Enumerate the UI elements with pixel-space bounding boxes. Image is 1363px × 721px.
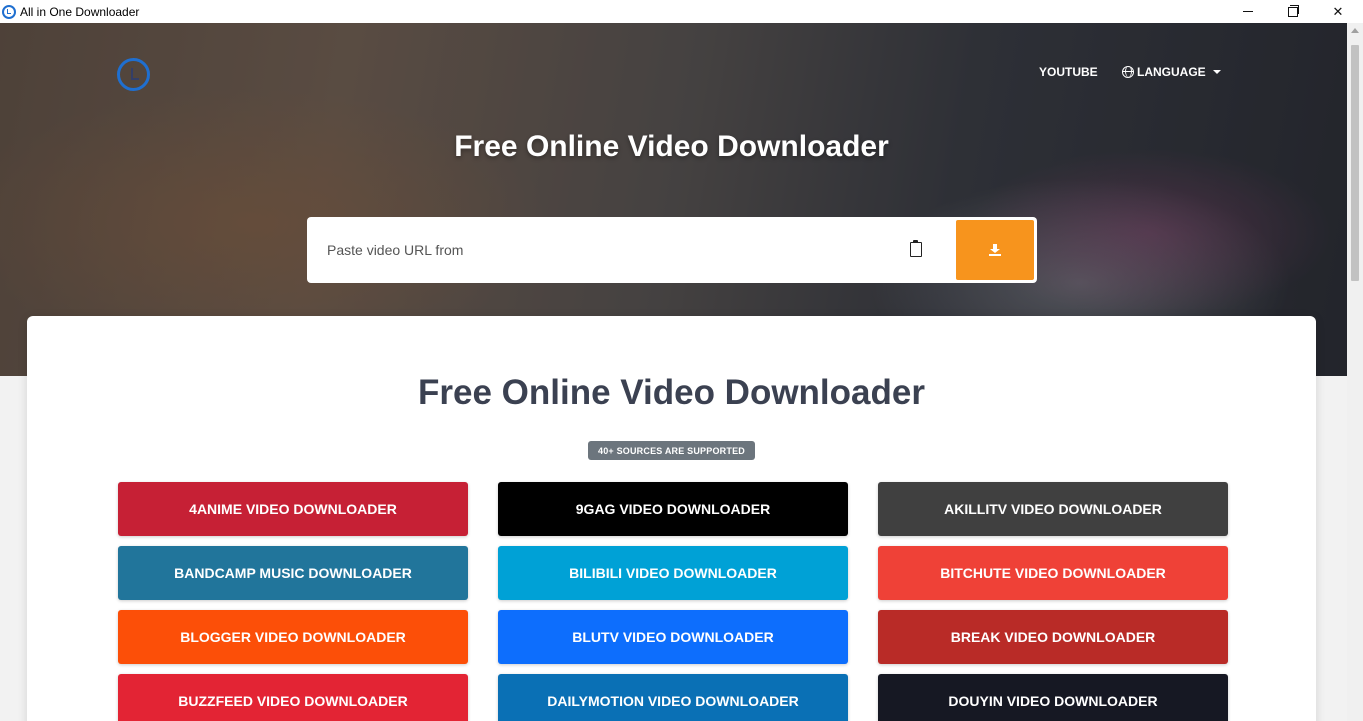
downloader-grid: 4ANIME VIDEO DOWNLOADER 9GAG VIDEO DOWNLO… xyxy=(118,482,1228,721)
downloader-label: 4ANIME VIDEO DOWNLOADER xyxy=(189,501,397,517)
clipboard-paste-icon[interactable] xyxy=(910,240,922,257)
downloader-label: BANDCAMP MUSIC DOWNLOADER xyxy=(174,565,412,581)
downloader-label: DAILYMOTION VIDEO DOWNLOADER xyxy=(547,693,799,709)
downloader-label: BLOGGER VIDEO DOWNLOADER xyxy=(180,629,406,645)
downloader-button[interactable]: DAILYMOTION VIDEO DOWNLOADER xyxy=(498,674,848,721)
minimize-button[interactable] xyxy=(1225,0,1271,23)
nav-youtube-link[interactable]: YOUTUBE xyxy=(1039,65,1098,79)
scrollbar-thumb[interactable] xyxy=(1351,45,1359,281)
downloader-label: BUZZFEED VIDEO DOWNLOADER xyxy=(178,693,408,709)
app-logo-icon xyxy=(2,4,16,19)
section-title: Free Online Video Downloader xyxy=(418,373,925,412)
url-search-box xyxy=(307,217,1037,283)
sources-badge: 40+ SOURCES ARE SUPPORTED xyxy=(588,441,755,460)
vertical-scrollbar[interactable] xyxy=(1347,23,1363,721)
downloader-button[interactable]: BLOGGER VIDEO DOWNLOADER xyxy=(118,610,468,664)
window-title: All in One Downloader xyxy=(20,4,140,19)
window-titlebar: All in One Downloader ✕ xyxy=(0,0,1363,23)
downloader-button[interactable]: BITCHUTE VIDEO DOWNLOADER xyxy=(878,546,1228,600)
browser-viewport: YOUTUBE LANGUAGE Free Online Video Downl… xyxy=(0,23,1347,721)
download-icon xyxy=(989,244,1001,256)
downloaders-card: Free Online Video Downloader 40+ SOURCES… xyxy=(27,316,1316,721)
downloader-button[interactable]: BREAK VIDEO DOWNLOADER xyxy=(878,610,1228,664)
language-label: LANGUAGE xyxy=(1137,65,1206,79)
language-dropdown[interactable]: LANGUAGE xyxy=(1122,65,1221,79)
downloader-label: BITCHUTE VIDEO DOWNLOADER xyxy=(940,565,1166,581)
downloader-button[interactable]: BLUTV VIDEO DOWNLOADER xyxy=(498,610,848,664)
downloader-label: 9GAG VIDEO DOWNLOADER xyxy=(575,501,771,517)
downloader-button[interactable]: BILIBILI VIDEO DOWNLOADER xyxy=(498,546,848,600)
caret-down-icon xyxy=(1212,70,1221,74)
downloader-label: DOUYIN VIDEO DOWNLOADER xyxy=(948,693,1158,709)
site-logo-icon[interactable] xyxy=(117,58,150,91)
downloader-button[interactable]: 4ANIME VIDEO DOWNLOADER xyxy=(118,482,468,536)
downloader-label: BREAK VIDEO DOWNLOADER xyxy=(950,629,1156,645)
downloader-button[interactable]: DOUYIN VIDEO DOWNLOADER xyxy=(878,674,1228,721)
restore-button[interactable] xyxy=(1270,0,1316,23)
downloader-button[interactable]: AKILLITV VIDEO DOWNLOADER xyxy=(878,482,1228,536)
close-icon: ✕ xyxy=(1332,3,1344,19)
downloader-button[interactable]: 9GAG VIDEO DOWNLOADER xyxy=(498,482,848,536)
nav-youtube-label: YOUTUBE xyxy=(1039,65,1098,79)
close-button[interactable]: ✕ xyxy=(1315,0,1361,23)
url-input[interactable] xyxy=(327,235,887,265)
downloader-label: AKILLITV VIDEO DOWNLOADER xyxy=(944,501,1162,517)
downloader-button[interactable]: BANDCAMP MUSIC DOWNLOADER xyxy=(118,546,468,600)
download-button[interactable] xyxy=(956,220,1034,280)
hero-title: Free Online Video Downloader xyxy=(454,130,889,163)
restore-icon xyxy=(1288,4,1299,17)
globe-icon xyxy=(1122,66,1134,78)
downloader-label: BLUTV VIDEO DOWNLOADER xyxy=(572,629,774,645)
scroll-up-arrow-icon[interactable] xyxy=(1351,28,1359,33)
downloader-button[interactable]: BUZZFEED VIDEO DOWNLOADER xyxy=(118,674,468,721)
minimize-icon xyxy=(1243,11,1253,12)
downloader-label: BILIBILI VIDEO DOWNLOADER xyxy=(569,565,777,581)
